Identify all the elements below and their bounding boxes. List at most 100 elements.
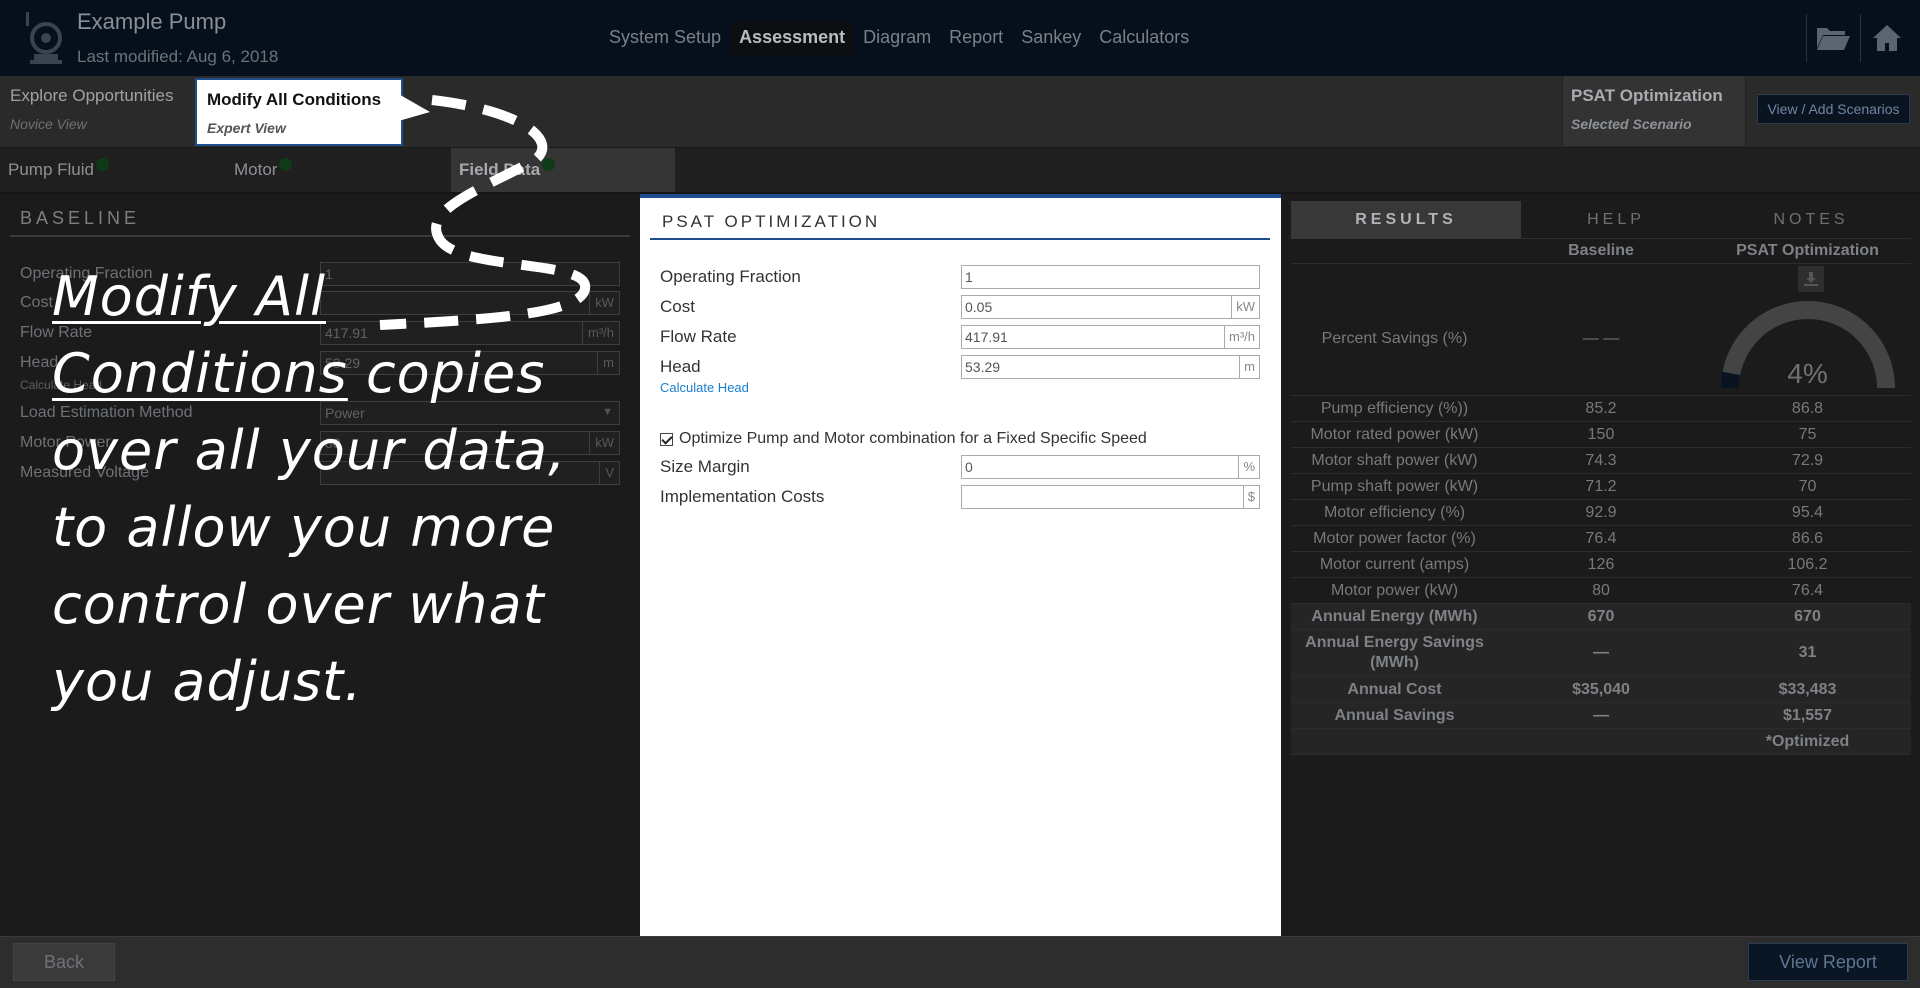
row-label: Pump efficiency (%)) xyxy=(1320,399,1469,417)
checkbox-checked-icon[interactable] xyxy=(660,432,673,446)
optimized-value: 72.9 xyxy=(1791,451,1824,469)
baseline-value: 670 xyxy=(1587,607,1615,625)
opt-row-cost: Cost 0.05 kW xyxy=(660,295,1260,319)
psat-optimization-panel: PSAT OPTIMIZATION Operating Fraction 1 C… xyxy=(640,194,1281,940)
header-divider xyxy=(1806,14,1807,62)
opt-flow-rate-input[interactable]: 417.91 m³/h xyxy=(961,325,1260,349)
row-label: Motor efficiency (%) xyxy=(1323,503,1466,521)
back-button[interactable]: Back xyxy=(13,943,115,981)
column-header-baseline: Baseline xyxy=(1568,242,1634,259)
row-label: Motor rated power (kW) xyxy=(1310,425,1479,443)
opt-operating-fraction-input[interactable]: 1 xyxy=(961,265,1260,289)
download-icon[interactable] xyxy=(1798,265,1824,292)
nav-assessment[interactable]: Assessment xyxy=(732,20,853,55)
field-label: Cost xyxy=(20,294,53,311)
tab-explore-opportunities[interactable]: Explore Opportunities Novice View xyxy=(0,76,190,146)
baseline-value: 92.9 xyxy=(1585,503,1617,521)
status-dot-icon xyxy=(279,158,293,171)
table-row: Annual Energy Savings (MWh) — 31 xyxy=(1291,630,1911,677)
app-logo-icon xyxy=(18,8,78,70)
optimize-combination-checkbox[interactable]: Optimize Pump and Motor combination for … xyxy=(660,430,1147,448)
nav-report[interactable]: Report xyxy=(942,20,1010,55)
status-dot-icon xyxy=(95,158,109,171)
baseline-value: 76.4 xyxy=(1585,529,1617,547)
baseline-value: 150 xyxy=(1587,425,1615,443)
field-label: Size Margin xyxy=(660,457,750,476)
scenario-title: PSAT Optimization xyxy=(1571,86,1723,105)
optimized-value: 95.4 xyxy=(1791,503,1824,521)
tab-label: Motor xyxy=(234,160,278,179)
optimized-value: 670 xyxy=(1794,607,1821,625)
table-row: Annual Energy (MWh) 670 670 xyxy=(1291,604,1911,630)
percent-savings-row: Percent Savings (%) — — 4% xyxy=(1291,264,1911,396)
nav-system-setup[interactable]: System Setup xyxy=(602,20,728,55)
table-row: Pump efficiency (%)) 85.2 86.8 xyxy=(1291,396,1911,422)
tab-pump-fluid[interactable]: Pump Fluid xyxy=(0,148,220,192)
row-label: Pump shaft power (kW) xyxy=(1310,477,1479,495)
open-folder-button[interactable] xyxy=(1812,16,1854,60)
opt-row-head: Head 53.29 m xyxy=(660,355,1260,379)
field-value: 0.05 xyxy=(965,299,993,315)
column-header-optimization: PSAT Optimization xyxy=(1736,242,1879,259)
tab-results[interactable]: RESULTS xyxy=(1291,201,1521,239)
unit-label: kW xyxy=(1231,296,1259,318)
baseline-value: — — xyxy=(1582,329,1620,347)
optimized-value: 106.2 xyxy=(1787,555,1828,573)
optimized-value: 86.6 xyxy=(1791,529,1824,547)
tab-notes[interactable]: NOTES xyxy=(1711,201,1911,239)
tab-title: Explore Opportunities xyxy=(10,86,174,105)
tab-help[interactable]: HELP xyxy=(1521,201,1711,239)
baseline-value: $35,040 xyxy=(1572,680,1630,698)
optimized-value: 75 xyxy=(1798,425,1817,443)
table-row: Motor efficiency (%) 92.9 95.4 xyxy=(1291,500,1911,526)
baseline-value: 126 xyxy=(1587,555,1615,573)
row-label: Annual Cost xyxy=(1347,680,1442,698)
tutorial-highlight: Modify All Conditions xyxy=(52,265,348,405)
baseline-value: 74.3 xyxy=(1585,451,1617,469)
selected-scenario: PSAT Optimization Selected Scenario xyxy=(1562,76,1746,146)
last-modified-text: Last modified: Aug 6, 2018 xyxy=(77,47,279,66)
mode-tabs-row: Explore Opportunities Novice View Modify… xyxy=(0,76,1920,148)
main-nav: System Setup Assessment Diagram Report S… xyxy=(602,20,1196,55)
tab-label: Pump Fluid xyxy=(8,160,94,179)
table-row: Motor power (kW) 80 76.4 xyxy=(1291,578,1911,604)
nav-diagram[interactable]: Diagram xyxy=(856,20,938,55)
nav-sankey[interactable]: Sankey xyxy=(1014,20,1088,55)
optimized-value: 70 xyxy=(1798,477,1817,495)
gauge-value: 4% xyxy=(1787,357,1828,389)
baseline-value: — xyxy=(1593,644,1609,661)
implementation-costs-input[interactable]: $ xyxy=(961,485,1260,509)
row-label: Motor current (amps) xyxy=(1319,555,1470,573)
opt-row-flow-rate: Flow Rate 417.91 m³/h xyxy=(660,325,1260,349)
field-value: 417.91 xyxy=(965,329,1008,345)
opt-cost-input[interactable]: 0.05 kW xyxy=(961,295,1260,319)
nav-calculators[interactable]: Calculators xyxy=(1092,20,1196,55)
header-divider xyxy=(1860,14,1861,62)
unit-label: $ xyxy=(1242,486,1259,508)
table-row: Annual Savings — $1,557 xyxy=(1291,703,1911,729)
field-label: Flow Rate xyxy=(660,327,737,346)
view-report-button[interactable]: View Report xyxy=(1748,943,1908,981)
row-label: Motor shaft power (kW) xyxy=(1311,451,1478,469)
unit-label: m³/h xyxy=(1224,326,1259,348)
opt-row-operating-fraction: Operating Fraction 1 xyxy=(660,265,1260,289)
baseline-value: 71.2 xyxy=(1585,477,1617,495)
app-title: Example Pump xyxy=(77,9,227,34)
row-label: Annual Energy Savings (MWh) xyxy=(1305,634,1484,671)
table-row: Motor power factor (%) 76.4 86.6 xyxy=(1291,526,1911,552)
view-add-scenarios-button[interactable]: View / Add Scenarios xyxy=(1757,94,1910,124)
baseline-value: 85.2 xyxy=(1585,399,1617,417)
opt-head-input[interactable]: 53.29 m xyxy=(961,355,1260,379)
row-label: Annual Savings xyxy=(1334,706,1455,724)
field-label: Head xyxy=(660,357,701,376)
unit-label: m xyxy=(1239,356,1259,378)
checkbox-label: Optimize Pump and Motor combination for … xyxy=(679,430,1147,447)
row-label: Annual Energy (MWh) xyxy=(1311,607,1478,625)
table-row: Pump shaft power (kW) 71.2 70 xyxy=(1291,474,1911,500)
home-button[interactable] xyxy=(1866,16,1908,60)
size-margin-input[interactable]: 0% xyxy=(961,455,1260,479)
calculate-head-link[interactable]: Calculate Head xyxy=(660,380,749,395)
savings-gauge: 4% xyxy=(1704,264,1911,396)
row-label: Motor power (kW) xyxy=(1330,581,1459,599)
footer-bar: Back View Report xyxy=(0,936,1920,988)
